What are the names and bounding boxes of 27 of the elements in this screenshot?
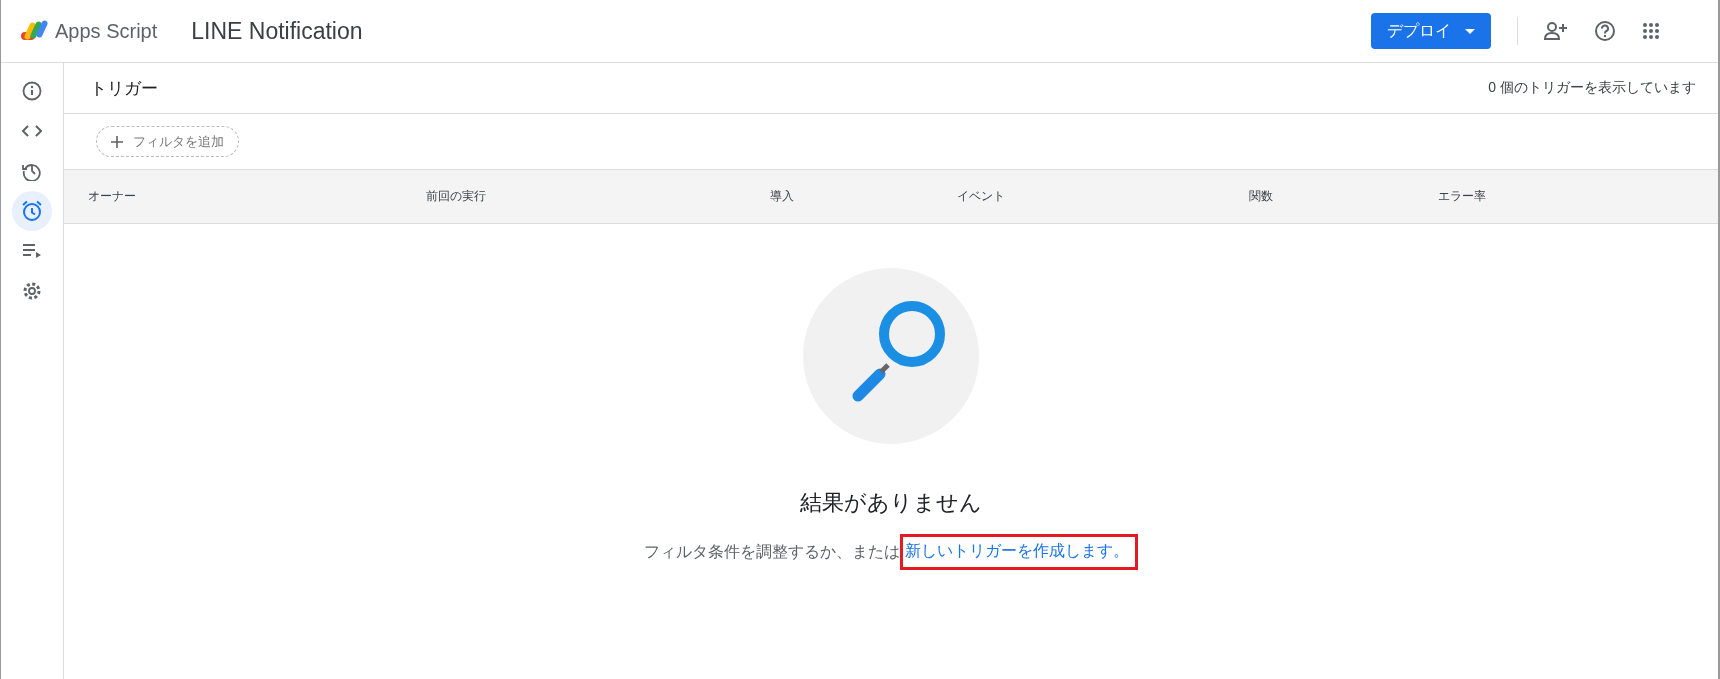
column-header[interactable]: 前回の実行 xyxy=(426,188,486,205)
column-header[interactable]: オーナー xyxy=(88,188,136,205)
empty-heading: 結果がありません xyxy=(800,489,982,517)
app-name: Apps Script xyxy=(55,19,158,43)
create-trigger-link[interactable]: 新しいトリガーを作成します。 xyxy=(900,534,1138,570)
list-play-icon xyxy=(22,244,42,258)
alarm-clock-icon xyxy=(21,200,43,222)
add-person-icon[interactable] xyxy=(1544,21,1568,41)
help-icon[interactable] xyxy=(1594,20,1616,42)
add-filter-button[interactable]: フィルタを追加 xyxy=(96,126,239,157)
column-header[interactable]: イベント xyxy=(957,188,1005,205)
apps-grid-icon[interactable] xyxy=(1642,22,1660,40)
history-icon xyxy=(22,161,42,181)
deploy-button[interactable]: デプロイ xyxy=(1371,13,1491,49)
column-header[interactable]: エラー率 xyxy=(1438,188,1486,205)
info-icon xyxy=(22,81,42,101)
project-title[interactable]: LINE Notification xyxy=(191,17,363,45)
caret-icon xyxy=(1465,28,1475,34)
code-icon xyxy=(22,125,42,137)
column-header[interactable]: 関数 xyxy=(1249,188,1273,205)
page-title: トリガー xyxy=(90,77,158,100)
plus-icon xyxy=(111,135,123,148)
column-header[interactable]: 導入 xyxy=(770,188,794,205)
settings-icon xyxy=(22,281,42,301)
sidebar-item[interactable] xyxy=(12,191,52,231)
trigger-count: 0 個のトリガーを表示しています xyxy=(1488,79,1696,97)
empty-hint: フィルタ条件を調整するか、または xyxy=(644,541,900,562)
